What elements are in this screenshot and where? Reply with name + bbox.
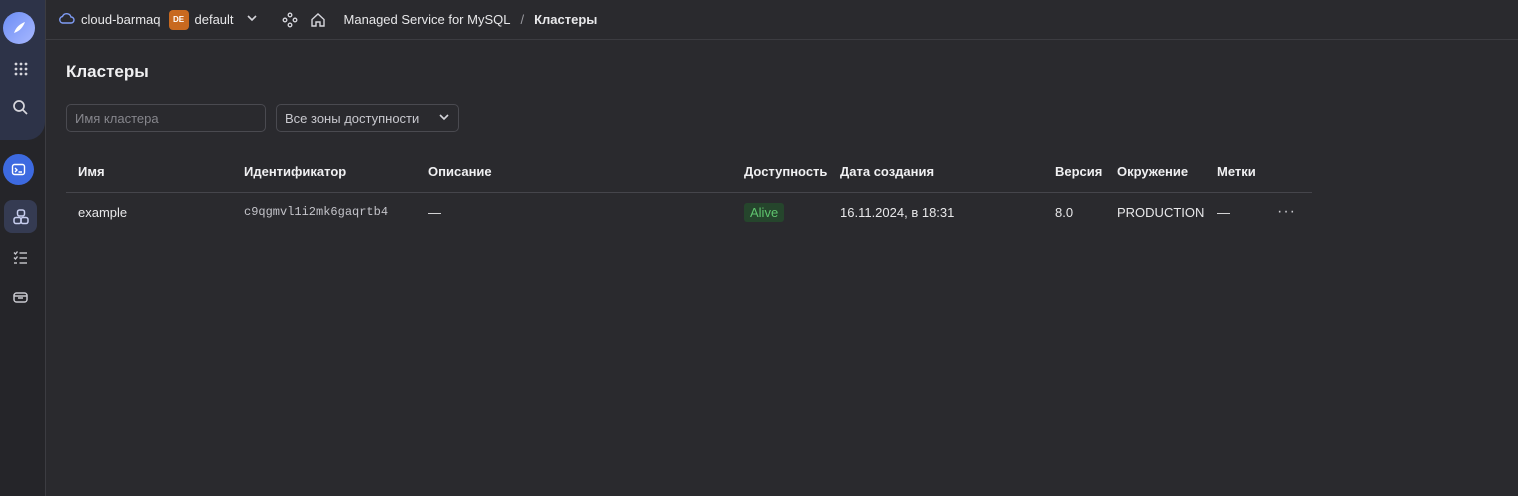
cluster-name[interactable]: example xyxy=(66,192,232,232)
column-header-environment[interactable]: Окружение xyxy=(1105,152,1205,193)
cloud-name: cloud-barmaq xyxy=(81,12,161,27)
column-header-labels[interactable]: Метки xyxy=(1205,152,1263,193)
search-icon[interactable] xyxy=(4,91,37,124)
top-bar: cloud-barmaq DE default Managed Service … xyxy=(46,0,1518,40)
folder-badge: DE xyxy=(168,9,189,30)
column-header-description[interactable]: Описание xyxy=(416,152,732,193)
breadcrumb-current: Кластеры xyxy=(534,12,598,27)
operations-list-icon[interactable] xyxy=(4,241,37,274)
apps-grid-icon[interactable] xyxy=(4,52,37,85)
folder-name: default xyxy=(194,12,234,27)
cluster-id: c9qgmvl1i2mk6gaqrtb4 xyxy=(244,205,389,220)
column-header-version[interactable]: Версия xyxy=(1043,152,1105,193)
page-title: Кластеры xyxy=(66,62,149,81)
zone-filter-value: Все зоны доступности xyxy=(285,110,420,126)
table-header-row: Имя Идентификатор Описание Доступность Д… xyxy=(66,152,1312,193)
left-rail xyxy=(0,0,46,496)
logo-icon[interactable] xyxy=(3,12,35,44)
service-icon[interactable] xyxy=(3,154,34,185)
cluster-version: 8.0 xyxy=(1055,204,1074,220)
cluster-environment: PRODUCTION xyxy=(1117,204,1205,220)
column-header-actions xyxy=(1263,152,1312,193)
clusters-table: Имя Идентификатор Описание Доступность Д… xyxy=(66,152,1312,232)
column-header-name[interactable]: Имя xyxy=(66,152,232,193)
column-header-id[interactable]: Идентификатор xyxy=(232,152,416,193)
cloud-icon xyxy=(58,11,75,28)
availability-cell: Alive xyxy=(732,192,828,232)
app-root: cloud-barmaq DE default Managed Service … xyxy=(0,0,1518,496)
status-badge: Alive xyxy=(744,202,785,222)
cloud-selector[interactable]: cloud-barmaq DE default xyxy=(58,9,258,30)
cluster-description: — xyxy=(428,204,441,220)
chevron-down-icon xyxy=(438,111,450,126)
table-row[interactable]: example c9qgmvl1i2mk6gaqrtb4 — Alive 16.… xyxy=(66,192,1312,232)
column-header-created[interactable]: Дата создания xyxy=(828,152,1043,193)
home-icon[interactable] xyxy=(310,12,326,28)
breadcrumb-separator: / xyxy=(520,12,525,27)
cluster-labels: — xyxy=(1217,204,1230,220)
cluster-created: 16.11.2024, в 18:31 xyxy=(840,204,955,220)
storage-icon[interactable] xyxy=(4,281,37,314)
zone-filter-select[interactable]: Все зоны доступности xyxy=(276,104,459,132)
column-header-availability[interactable]: Доступность xyxy=(732,152,828,193)
clusters-icon[interactable] xyxy=(4,200,37,233)
cluster-name-search-input[interactable] xyxy=(66,104,266,132)
chevron-down-icon[interactable] xyxy=(246,12,258,27)
breadcrumb-service[interactable]: Managed Service for MySQL xyxy=(344,12,511,27)
nodes-icon[interactable] xyxy=(282,12,298,28)
row-actions-button[interactable]: ··· xyxy=(1263,192,1312,232)
